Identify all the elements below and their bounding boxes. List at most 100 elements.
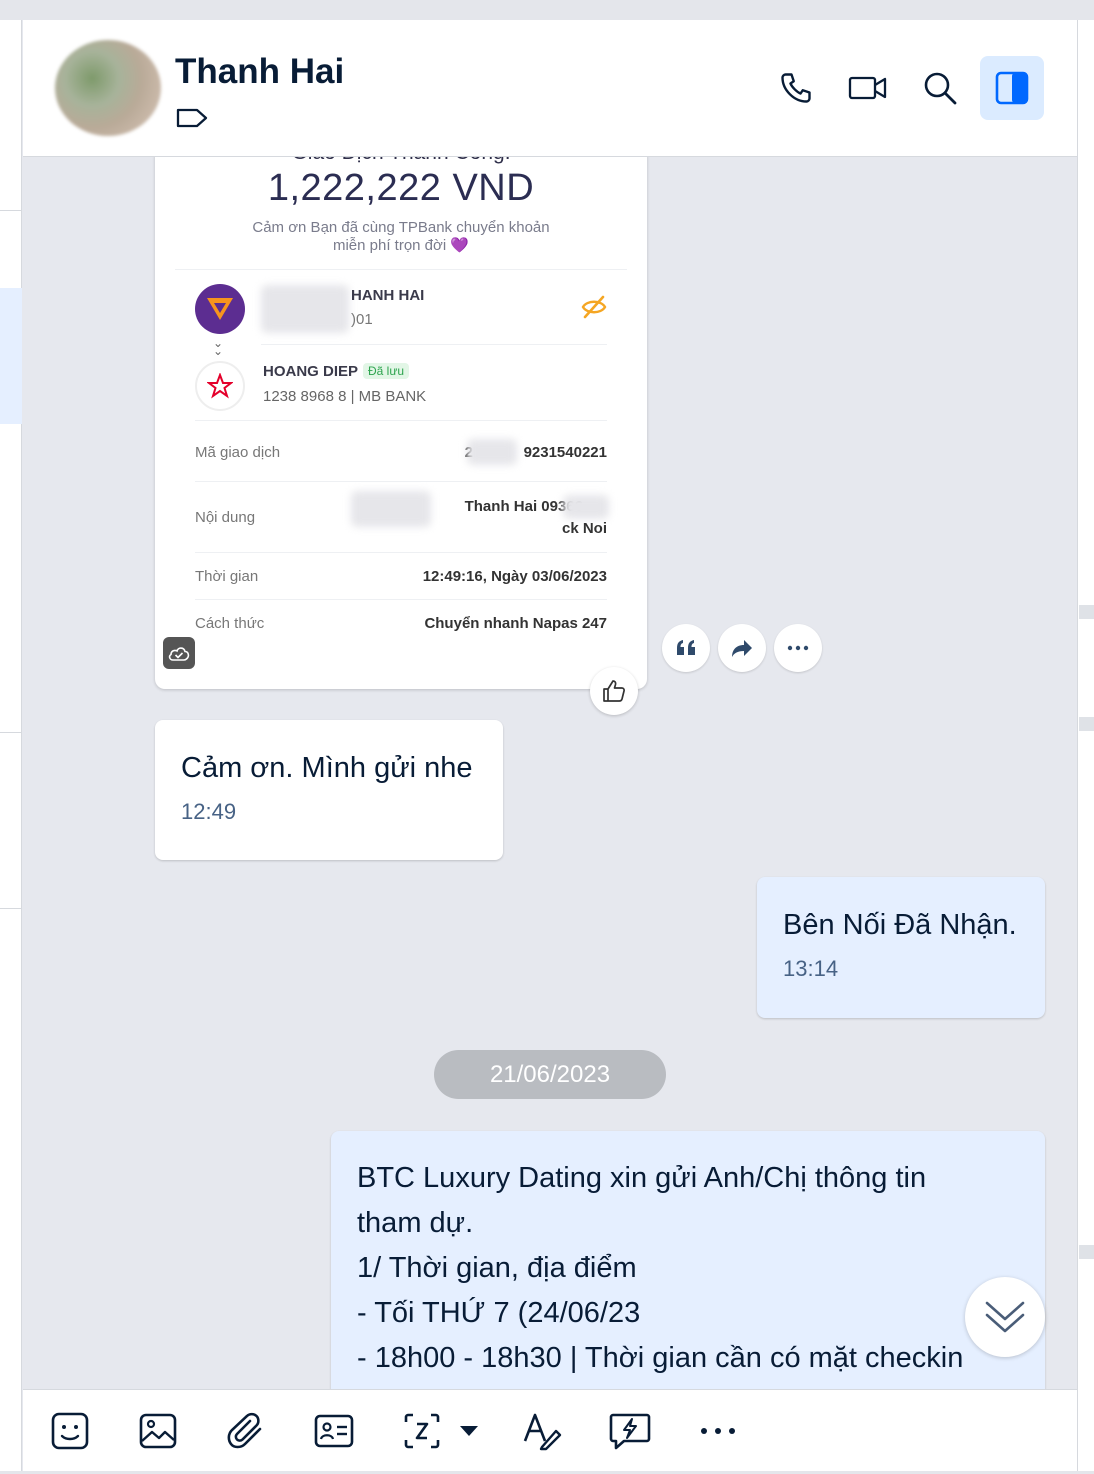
row-value: 12:49:16, Ngày 03/06/2023 [422,568,607,585]
message-time: 12:49 [181,799,237,824]
message-text: Cảm ơn. Mình gửi nhe [181,752,473,784]
forward-icon [732,640,752,657]
message-line: 1/ Thời gian, địa điểm [357,1252,637,1284]
message-list[interactable]: Giao Dịch Thành Công! 1,222,222 VND Cảm … [23,157,1077,1389]
sticker-button[interactable] [47,1408,93,1454]
forward-button[interactable] [718,624,766,672]
blurred-value [351,491,431,527]
row-label: Cách thức [195,615,265,632]
date-separator: 21/06/2023 [434,1050,666,1099]
double-chevron-down-icon [985,1301,1025,1333]
contact-card-icon [314,1414,354,1448]
send-contact-card-button[interactable] [311,1408,357,1454]
divider [0,210,22,211]
image-message[interactable]: Giao Dịch Thành Công! 1,222,222 VND Cảm … [155,157,647,689]
blurred-value [563,495,609,519]
receiver-account: 1238 8968 8 | MB BANK [263,388,427,405]
message-line: tham dự. [357,1207,474,1239]
screenshot-icon [404,1413,440,1449]
sidebar-toggle-icon [995,71,1029,105]
chevron-down-icon: ⌄ ⌄ [213,336,224,358]
message-line: BTC Luxury Dating xin gửi Anh/Chị thông … [357,1162,927,1194]
more-actions-button[interactable] [774,624,822,672]
quick-message-button[interactable] [607,1408,653,1454]
divider [0,732,22,733]
row-value: Chuyển nhanh Napas 247 [424,615,607,632]
outgoing-message[interactable]: Bên Nối Đã Nhận. 13:14 [757,877,1045,1018]
quote-button[interactable] [662,624,710,672]
blurred-value [467,439,517,465]
avatar[interactable] [55,40,161,136]
search-icon [924,72,957,105]
receipt-amount: 1,222,222 VND [267,167,535,209]
sticker-icon [51,1412,89,1450]
sender-name: HANH HAI [351,287,425,304]
receipt-thanks-line: Cảm ơn Bạn đã cùng TPBank chuyển khoản [252,219,550,236]
message-line: - 18h00 - 18h30 | Thời gian cần có mặt c… [357,1342,964,1374]
dropdown-caret-icon [460,1426,478,1436]
screenshot-options-dropdown[interactable] [449,1408,489,1454]
row-label: Nội dung [195,509,256,526]
conversation-info-toggle[interactable] [980,56,1044,120]
search-button[interactable] [908,56,972,120]
incoming-message[interactable]: Cảm ơn. Mình gửi nhe 12:49 [155,720,503,860]
text-format-icon [523,1413,562,1451]
quote-icon [677,640,695,655]
divider [195,552,607,553]
receipt-thanks-line: miễn phí trọn đời 💜 [332,237,470,254]
more-options-button[interactable] [695,1408,741,1454]
divider [1079,605,1094,619]
attachment-icon [227,1412,262,1449]
contact-name[interactable]: Thanh Hai [175,52,344,92]
tag-icon[interactable] [175,106,209,130]
divider [195,420,607,421]
call-button[interactable] [764,56,828,120]
send-image-button[interactable] [135,1408,181,1454]
divider [195,599,607,600]
hide-eye-icon [581,295,607,319]
message-line: - Tối THỨ 7 (24/06/23 [357,1297,641,1329]
receipt-thanks: Cảm ơn Bạn đã cùng TPBank chuyển khoản m… [235,219,567,255]
sender-account: )01 [351,311,373,328]
divider [261,344,607,345]
receiver-name: HOANG DIEP [263,363,359,380]
more-options-icon [701,1428,735,1434]
divider [175,269,627,270]
attach-file-button[interactable] [223,1408,269,1454]
conversation-list-edge [0,20,22,1474]
row-value: 9231540221 [523,444,607,461]
like-reaction-button[interactable] [590,667,638,715]
composer-toolbar [23,1389,1077,1471]
chat-header: Thanh Hai [23,20,1077,157]
thumbs-up-icon [603,680,625,702]
quick-message-icon [609,1413,651,1450]
right-panel-edge [1077,20,1094,1474]
scroll-to-bottom-button[interactable] [965,1277,1045,1357]
more-icon [787,645,809,651]
text-format-button[interactable] [519,1408,565,1454]
row-label: Mã giao dịch [195,444,281,461]
divider [1079,717,1094,731]
cloud-saved-icon [163,637,195,669]
divider [1079,1245,1094,1259]
message-time: 13:14 [783,956,839,981]
divider [195,481,607,482]
image-icon [139,1413,177,1449]
transfer-receipt-image: Giao Dịch Thành Công! 1,222,222 VND Cảm … [175,157,627,667]
top-strip [0,0,1094,20]
outgoing-long-message[interactable]: BTC Luxury Dating xin gửi Anh/Chị thông … [331,1131,1045,1389]
saved-badge: Đã lưu [363,363,410,379]
selected-conversation-edge[interactable] [0,288,22,424]
mbbank-logo [195,361,245,411]
video-call-icon [848,76,887,100]
screenshot-button[interactable] [399,1408,445,1454]
message-text: Bên Nối Đã Nhận. [783,909,1017,941]
divider [0,908,22,909]
row-value: ck Noi [561,520,607,537]
video-call-button[interactable] [836,56,900,120]
row-label: Thời gian [195,568,259,585]
tpbank-logo [195,284,245,334]
receipt-title: Giao Dịch Thành Công! [175,157,627,165]
blurred-sender [261,285,349,333]
phone-icon [781,73,811,103]
